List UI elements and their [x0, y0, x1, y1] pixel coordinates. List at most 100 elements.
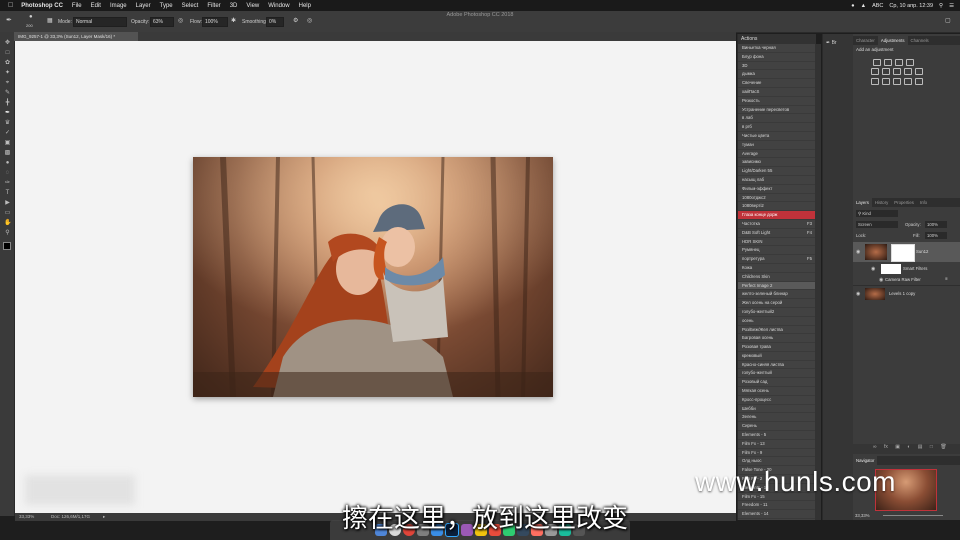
photo-filter-adjustment-icon[interactable] [915, 68, 923, 75]
navigator-zoom[interactable]: 33,33% [855, 513, 870, 518]
smart-filters-label[interactable]: Smart Filters [903, 266, 927, 271]
invert-adjustment-icon[interactable] [871, 78, 879, 85]
action-item[interactable]: Light/Darken 55 [738, 167, 816, 176]
tab-navigator[interactable]: Navigator [853, 456, 878, 465]
fx-icon[interactable]: fx [884, 444, 888, 450]
tab-info[interactable]: Info [917, 198, 930, 207]
action-item[interactable]: HDR SKIN [738, 238, 816, 247]
smart-filters-row[interactable]: ◉ Smart Filters [853, 263, 960, 275]
menu-type[interactable]: Type [160, 3, 173, 9]
selective-color-adjustment-icon[interactable] [915, 78, 923, 85]
camera-raw-filter-label[interactable]: Camera Raw Filter [885, 277, 921, 282]
gradient-map-adjustment-icon[interactable] [904, 78, 912, 85]
status-menu-icon[interactable]: ▸ [103, 513, 105, 521]
dodge-tool-icon[interactable]: ◌ [4, 170, 11, 177]
eyedropper-tool-icon[interactable]: ✎ [4, 90, 11, 97]
healing-tool-icon[interactable]: ╋ [4, 100, 11, 107]
layer-name[interactable]: Levels 1 copy [889, 291, 915, 296]
action-item[interactable]: Глаза конце дорж [738, 211, 816, 220]
add-mask-icon[interactable]: ▣ [895, 444, 900, 450]
menu-help[interactable]: Help [299, 3, 311, 9]
menu-window[interactable]: Window [268, 3, 289, 9]
tab-properties[interactable]: Properties [891, 198, 917, 207]
brush-tool-icon[interactable]: ✒ [6, 16, 12, 24]
exposure-adjustment-icon[interactable] [906, 59, 914, 66]
document-tab[interactable]: IMG_9257-1 @ 33,3% (Sun12, Layer Mask/16… [14, 32, 138, 41]
smoothing-settings-icon[interactable]: ⚙ [293, 17, 298, 24]
levels-adjustment-icon[interactable] [884, 59, 892, 66]
menu-list-icon[interactable]: ☰ [949, 3, 954, 9]
smart-filters-eye-icon[interactable]: ◉ [871, 266, 875, 272]
input-source[interactable]: ABC [872, 3, 883, 9]
fill-field[interactable]: 100% [925, 232, 947, 239]
layer-name[interactable]: Sun12 [916, 249, 928, 254]
action-item[interactable]: Elements - 5 [738, 431, 816, 440]
action-item[interactable]: Виньетка черная [738, 44, 816, 53]
layer-mask-thumbnail[interactable] [891, 244, 915, 262]
layer-thumbnail[interactable] [865, 288, 885, 300]
action-item[interactable]: Сирень [738, 422, 816, 432]
smoothing-field[interactable]: 0% [266, 17, 284, 27]
action-item[interactable]: осень [738, 317, 816, 326]
menu-3d[interactable]: 3D [230, 3, 238, 9]
document-image[interactable] [193, 157, 553, 397]
layer-row-levels-copy[interactable]: ◉ Levels 1 copy [853, 285, 960, 302]
brush-preset-icon[interactable]: ● [29, 14, 33, 20]
link-layers-icon[interactable]: ∞ [873, 444, 877, 450]
posterize-adjustment-icon[interactable] [882, 78, 890, 85]
action-item[interactable]: Freedom - 11 [738, 501, 816, 511]
action-item[interactable]: в ргб [738, 123, 816, 132]
new-layer-icon[interactable]: □ [930, 444, 933, 450]
menu-app-name[interactable]: Photoshop CC [21, 3, 63, 9]
mode-select[interactable]: Normal [73, 17, 127, 27]
action-item[interactable]: 1080отджс2 [738, 194, 816, 203]
menu-edit[interactable]: Edit [91, 3, 101, 9]
action-item[interactable]: насыщ лаб [738, 176, 816, 185]
tab-channels[interactable]: Channels [908, 36, 932, 45]
visibility-eye-icon[interactable]: ◉ [856, 291, 860, 297]
shape-tool-icon[interactable]: ▭ [4, 210, 11, 217]
filter-options-icon[interactable]: ≡ [945, 276, 948, 281]
action-item[interactable]: Кросс-процесс [738, 396, 816, 405]
eraser-tool-icon[interactable]: ▣ [4, 140, 11, 147]
action-item[interactable]: портретура F5 [738, 255, 816, 264]
brightness-adjustment-icon[interactable] [873, 59, 881, 66]
new-group-icon[interactable]: ▤ [918, 444, 923, 450]
pressure-size-icon[interactable]: ◎ [307, 17, 312, 24]
layer-thumbnail[interactable] [865, 244, 887, 260]
marquee-tool-icon[interactable]: □ [4, 50, 11, 57]
action-item[interactable]: Elements - 14 [738, 510, 816, 520]
smart-filter-mask-thumbnail[interactable] [881, 264, 901, 274]
action-item[interactable]: в лаб [738, 114, 816, 124]
navigator-zoom-slider[interactable] [883, 515, 943, 516]
crop-tool-icon[interactable]: ⌖ [4, 80, 11, 87]
action-item[interactable]: зависимо [738, 158, 816, 168]
zoom-level[interactable]: 33,33% [19, 513, 34, 521]
action-item[interactable]: Розовая трава [738, 343, 816, 352]
action-item[interactable]: 1080вертi2 [738, 202, 816, 212]
black-white-adjustment-icon[interactable] [904, 68, 912, 75]
action-item[interactable]: Film Fx - 13 [738, 440, 816, 449]
flow-field[interactable]: 100% [202, 17, 228, 27]
hue-saturation-adjustment-icon[interactable] [882, 68, 890, 75]
action-item[interactable]: голубо-желтый2 [738, 308, 816, 317]
action-item[interactable]: Роз/Беж/Жел листва [738, 326, 816, 335]
camera-raw-filter-row[interactable]: ◉ Camera Raw Filter ≡ [853, 275, 960, 285]
history-brush-tool-icon[interactable]: ✓ [4, 130, 11, 137]
visibility-eye-icon[interactable]: ◉ [856, 249, 860, 255]
color-balance-adjustment-icon[interactable] [893, 68, 901, 75]
brush-size[interactable]: 200 [26, 23, 33, 28]
action-item[interactable]: Красно-синяя листва [738, 361, 816, 370]
action-item[interactable]: Childrens Skin [738, 273, 816, 282]
action-item[interactable]: желто-зеленый блинар [738, 290, 816, 300]
action-item[interactable]: Film Fx - 16 [738, 519, 816, 520]
brush-panel-icon[interactable]: ✒ Br [826, 40, 837, 46]
action-item[interactable]: дымка [738, 70, 816, 80]
pen-tool-icon[interactable]: ✑ [4, 180, 11, 187]
wifi-icon[interactable]: ● [851, 3, 854, 9]
new-fill-layer-icon[interactable]: ◐ [907, 444, 910, 450]
action-item[interactable]: Жел осень на серой [738, 299, 816, 308]
brush-panel-icon[interactable]: ▦ [47, 17, 53, 24]
action-item[interactable]: Багровая осень [738, 334, 816, 344]
move-tool-icon[interactable]: ✥ [4, 40, 11, 47]
